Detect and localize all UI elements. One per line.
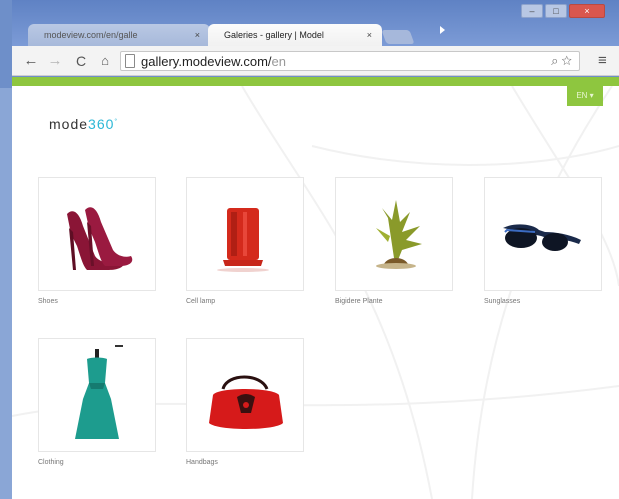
gallery-card-lamp[interactable] xyxy=(186,177,304,291)
page-content: mode360° Shoes Cell lamp Bigidere Plante xyxy=(12,86,619,499)
minimize-button[interactable]: – xyxy=(521,4,543,18)
omnibox-icons: ⌕☆ xyxy=(551,52,575,70)
tab-gallery[interactable]: Galeries - gallery | Model × xyxy=(208,24,382,46)
home-icon[interactable]: ⌂ xyxy=(96,51,114,71)
reload-icon[interactable]: C xyxy=(72,51,90,71)
gallery-caption[interactable]: Sunglasses xyxy=(484,298,520,305)
tab-modeview[interactable]: modeview.com/en/galle × xyxy=(28,24,210,46)
tab-close-icon[interactable]: × xyxy=(195,24,200,46)
search-icon[interactable]: ⌕ xyxy=(551,53,561,68)
red-lamp-image xyxy=(217,208,269,272)
page-icon xyxy=(125,54,135,68)
gallery-caption[interactable]: Clothing xyxy=(38,459,64,466)
tab-label: modeview.com/en/galle xyxy=(44,30,138,40)
handbag-image xyxy=(209,375,283,429)
sunglasses-image xyxy=(503,224,581,251)
gallery-card-sunglasses[interactable] xyxy=(484,177,602,291)
maximize-button[interactable]: □ xyxy=(545,4,567,18)
chrome-menu-icon[interactable]: ≡ xyxy=(598,52,607,70)
shoes-image xyxy=(67,207,133,270)
gallery-caption[interactable]: Shoes xyxy=(38,298,58,305)
language-selector[interactable]: EN ▾ xyxy=(567,86,603,106)
plant-image xyxy=(376,200,422,269)
back-arrow-icon[interactable]: ← xyxy=(22,51,40,71)
gallery-card-clothing[interactable] xyxy=(38,338,156,452)
gallery-card-plant[interactable] xyxy=(335,177,453,291)
window-controls: – □ × xyxy=(521,4,605,18)
tab-label: Galeries - gallery | Model xyxy=(224,30,324,40)
close-window-button[interactable]: × xyxy=(569,4,605,18)
tab-close-icon[interactable]: × xyxy=(367,24,372,46)
address-bar[interactable]: gallery.modeview.com/en ⌕☆ xyxy=(120,51,580,71)
site-header-bar xyxy=(12,77,619,86)
mouse-cursor-icon xyxy=(440,26,445,34)
site-logo[interactable]: mode360° xyxy=(49,116,118,132)
gallery-caption[interactable]: Bigidere Plante xyxy=(335,298,382,305)
gallery-caption[interactable]: Cell lamp xyxy=(186,298,215,305)
new-tab-button[interactable] xyxy=(381,30,415,44)
forward-arrow-icon[interactable]: → xyxy=(46,51,64,71)
tab-strip: modeview.com/en/galle × Galeries - galle… xyxy=(12,0,619,46)
gallery-caption[interactable]: Handbags xyxy=(186,459,218,466)
bookmark-star-icon[interactable]: ☆ xyxy=(561,53,575,68)
url-text[interactable]: gallery.modeview.com/en xyxy=(141,53,286,71)
gallery-card-handbags[interactable] xyxy=(186,338,304,452)
dress-image xyxy=(75,345,123,439)
browser-toolbar: ← → C ⌂ gallery.modeview.com/en ⌕☆ ≡ xyxy=(12,46,619,76)
gallery-card-shoes[interactable] xyxy=(38,177,156,291)
window-left-edge xyxy=(0,88,12,499)
